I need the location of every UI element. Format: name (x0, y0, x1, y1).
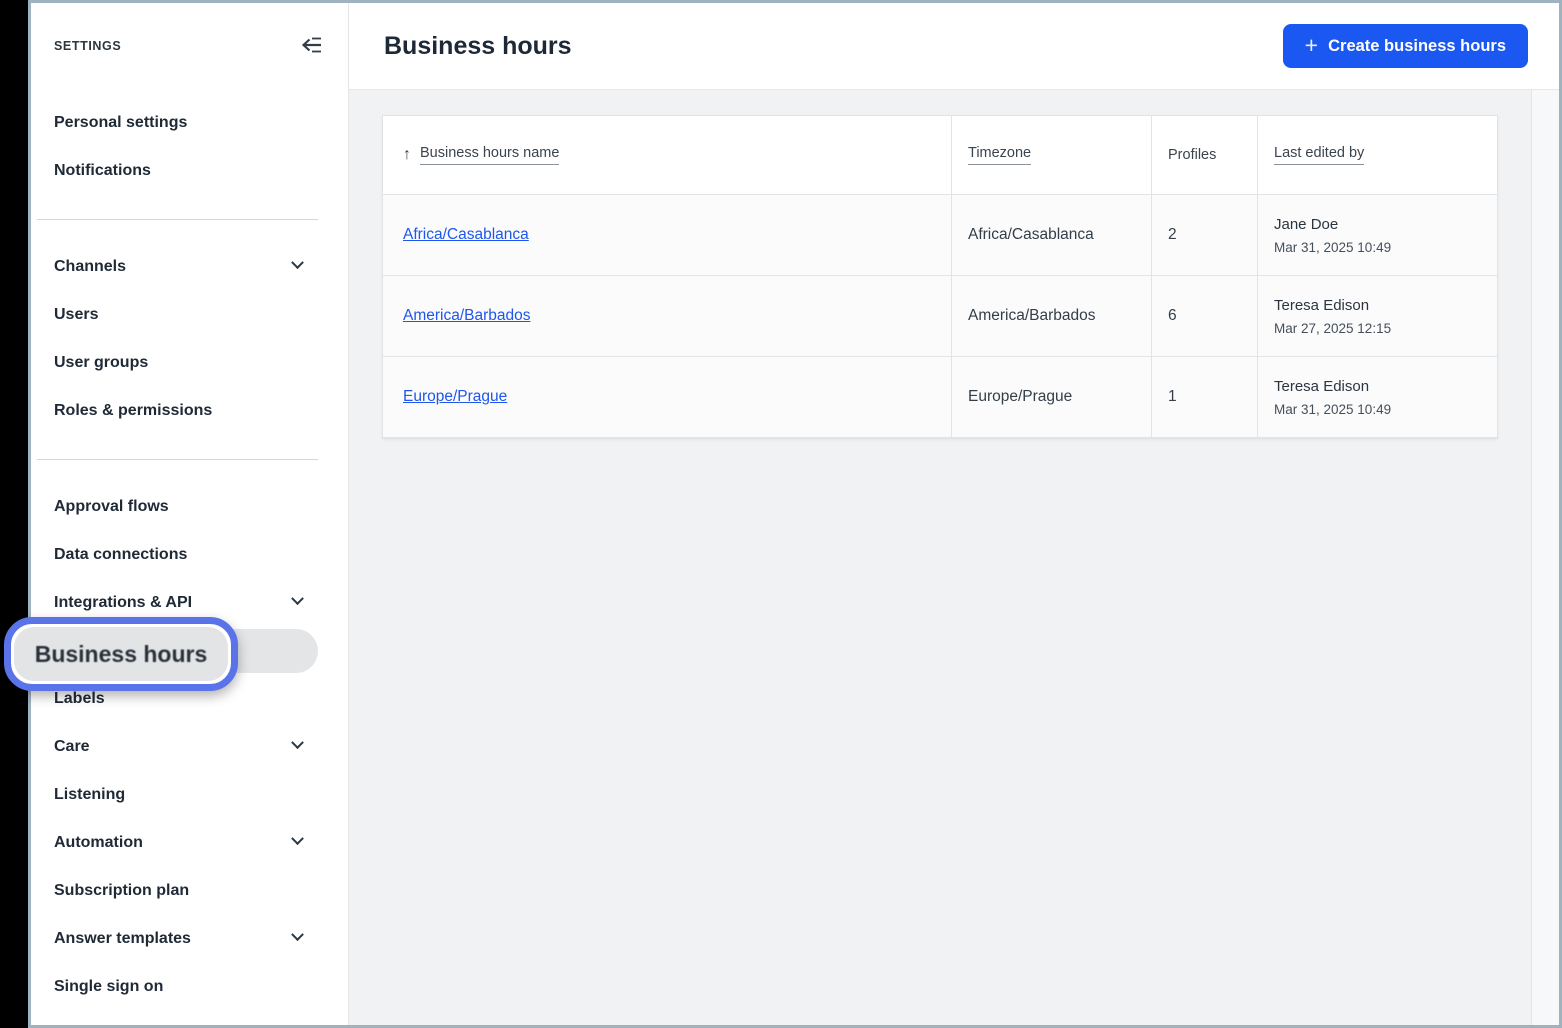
sidebar-item-label: Single sign on (54, 978, 163, 996)
create-business-hours-button[interactable]: + Create business hours (1283, 24, 1528, 68)
sort-ascending-icon: ↑ (403, 147, 411, 163)
business-hours-highlight-callout: Business hours (4, 617, 238, 691)
table-row-timezone-cell: America/Barbados (952, 276, 1152, 357)
edited-timestamp: Mar 31, 2025 10:49 (1274, 240, 1391, 255)
edited-timestamp: Mar 31, 2025 10:49 (1274, 402, 1391, 417)
chevron-down-icon (291, 592, 304, 605)
sidebar-item-personal-settings[interactable]: Personal settings (31, 99, 348, 147)
business-hours-link[interactable]: Europe/Prague (403, 388, 507, 406)
profiles-count: 6 (1168, 307, 1177, 325)
sidebar-item-channels[interactable]: Channels (31, 243, 348, 291)
sidebar-item-automation[interactable]: Automation (31, 819, 348, 867)
sidebar-item-label: Personal settings (54, 114, 187, 132)
callout-inner: Business hours (14, 627, 228, 681)
column-label: Profiles (1168, 147, 1216, 163)
chevron-down-icon (291, 832, 304, 845)
sidebar-divider (31, 435, 348, 483)
table-row-name-cell: Europe/Prague (383, 357, 952, 438)
business-hours-table: ↑ Business hours name Timezone Profiles … (382, 115, 1498, 439)
page-header: Business hours + Create business hours (349, 3, 1559, 90)
sidebar-item-label: Roles & permissions (54, 402, 212, 420)
table-row-timezone-cell: Europe/Prague (952, 357, 1152, 438)
column-label: Business hours name (420, 145, 559, 165)
sidebar-item-label: Labels (54, 690, 105, 708)
sidebar-item-approval-flows[interactable]: Approval flows (31, 483, 348, 531)
table-row-last-edited-cell: Jane Doe Mar 31, 2025 10:49 (1258, 195, 1497, 276)
column-header-profiles: Profiles (1152, 116, 1258, 195)
sidebar-item-notifications[interactable]: Notifications (31, 147, 348, 195)
page-title: Business hours (384, 32, 572, 61)
settings-sidebar: SETTINGS Personal settings Notifications (31, 3, 349, 1025)
table-row-profiles-cell: 2 (1152, 195, 1258, 276)
column-header-name: ↑ Business hours name (383, 116, 952, 195)
collapse-left-icon (299, 33, 323, 60)
sidebar-item-label: Data connections (54, 546, 187, 564)
content-area: ↑ Business hours name Timezone Profiles … (349, 90, 1559, 1025)
sidebar-item-label: Subscription plan (54, 882, 189, 900)
sidebar-item-care[interactable]: Care (31, 723, 348, 771)
sidebar-item-roles-permissions[interactable]: Roles & permissions (31, 387, 348, 435)
business-hours-link[interactable]: Africa/Casablanca (403, 226, 529, 244)
collapse-sidebar-button[interactable] (297, 32, 325, 60)
sidebar-item-label: Approval flows (54, 498, 169, 516)
sidebar-item-label: Automation (54, 834, 143, 852)
sidebar-nav: Personal settings Notifications Channels… (31, 99, 348, 1011)
sidebar-header: SETTINGS (31, 3, 348, 59)
app-window: SETTINGS Personal settings Notifications (28, 0, 1562, 1028)
sidebar-item-users[interactable]: Users (31, 291, 348, 339)
sidebar-item-label: Answer templates (54, 930, 191, 948)
table-row-timezone-cell: Africa/Casablanca (952, 195, 1152, 276)
edited-by-name: Teresa Edison (1274, 378, 1391, 395)
chevron-down-icon (291, 736, 304, 749)
sidebar-item-subscription-plan[interactable]: Subscription plan (31, 867, 348, 915)
sidebar-item-label: Channels (54, 258, 126, 276)
sidebar-item-label: Integrations & API (54, 594, 192, 612)
column-header-last-edited: Last edited by (1258, 116, 1497, 195)
chevron-down-icon (291, 256, 304, 269)
sidebar-item-label: User groups (54, 354, 148, 372)
sidebar-item-label: Care (54, 738, 90, 756)
table-row-name-cell: America/Barbados (383, 276, 952, 357)
profiles-count: 1 (1168, 388, 1177, 406)
business-hours-link[interactable]: America/Barbados (403, 307, 531, 325)
table-row-profiles-cell: 1 (1152, 357, 1258, 438)
sidebar-item-label: Listening (54, 786, 125, 804)
timezone-value: America/Barbados (968, 307, 1096, 325)
chevron-down-icon (291, 928, 304, 941)
table-row-profiles-cell: 6 (1152, 276, 1258, 357)
sidebar-item-label: Users (54, 306, 98, 324)
sidebar-item-user-groups[interactable]: User groups (31, 339, 348, 387)
sidebar-item-data-connections[interactable]: Data connections (31, 531, 348, 579)
table-row-last-edited-cell: Teresa Edison Mar 27, 2025 12:15 (1258, 276, 1497, 357)
table-row-name-cell: Africa/Casablanca (383, 195, 952, 276)
sidebar-item-answer-templates[interactable]: Answer templates (31, 915, 348, 963)
sidebar-item-listening[interactable]: Listening (31, 771, 348, 819)
sort-by-last-edited[interactable]: Last edited by (1274, 145, 1364, 165)
sidebar-divider (31, 195, 348, 243)
create-button-label: Create business hours (1328, 37, 1506, 56)
edited-by-name: Teresa Edison (1274, 297, 1391, 314)
edited-by-name: Jane Doe (1274, 216, 1391, 233)
edited-timestamp: Mar 27, 2025 12:15 (1274, 321, 1391, 336)
sidebar-title: SETTINGS (54, 39, 121, 53)
callout-label: Business hours (35, 641, 208, 668)
plus-icon: + (1305, 34, 1318, 57)
table-row-last-edited-cell: Teresa Edison Mar 31, 2025 10:49 (1258, 357, 1497, 438)
scrollbar-track (1531, 90, 1559, 1025)
main-area: Business hours + Create business hours ↑… (349, 3, 1559, 1025)
sort-by-timezone[interactable]: Timezone (968, 145, 1031, 165)
profiles-count: 2 (1168, 226, 1177, 244)
column-label: Timezone (968, 145, 1031, 165)
sort-by-name[interactable]: ↑ Business hours name (403, 145, 559, 165)
column-label: Last edited by (1274, 145, 1364, 165)
column-header-timezone: Timezone (952, 116, 1152, 195)
sidebar-item-label: Notifications (54, 162, 151, 180)
timezone-value: Europe/Prague (968, 388, 1072, 406)
timezone-value: Africa/Casablanca (968, 226, 1094, 244)
sidebar-item-single-sign-on[interactable]: Single sign on (31, 963, 348, 1011)
